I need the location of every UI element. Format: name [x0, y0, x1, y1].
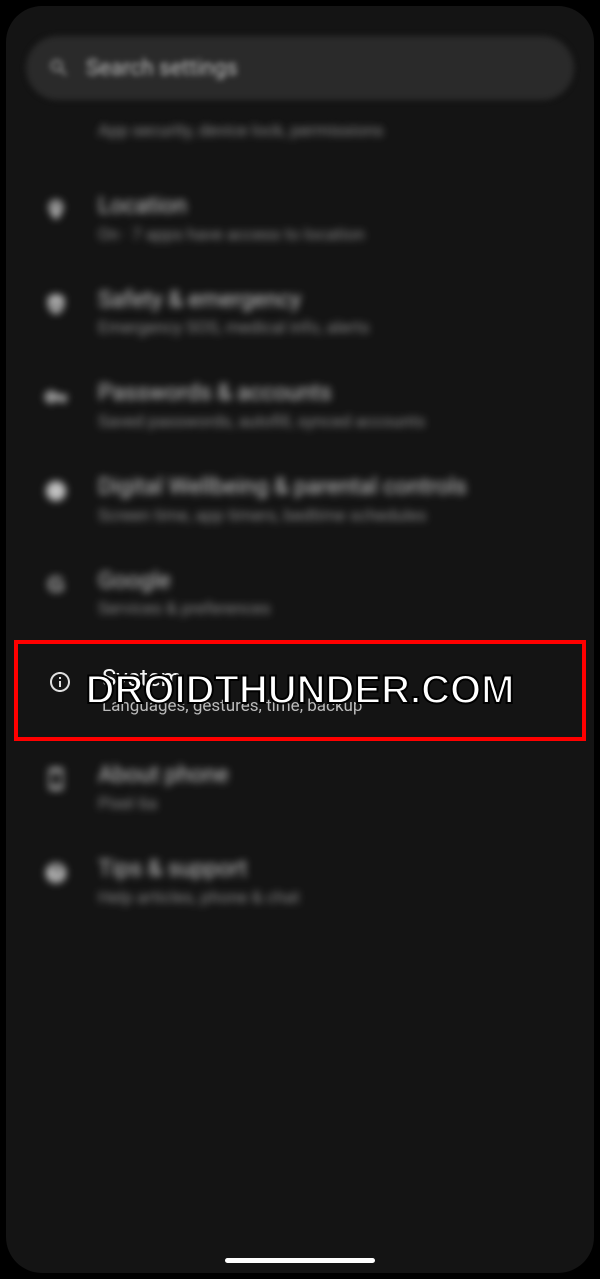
key-icon: [42, 383, 70, 411]
item-subtitle: Help articles, phone & chat: [98, 887, 564, 909]
search-bar[interactable]: Search settings: [26, 36, 574, 100]
settings-item-passwords[interactable]: Passwords & accounts Saved passwords, au…: [26, 359, 574, 453]
settings-item-safety[interactable]: Safety & emergency Emergency SOS, medica…: [26, 266, 574, 360]
settings-item-location[interactable]: Location On · 7 apps have access to loca…: [26, 172, 574, 266]
item-subtitle: On · 7 apps have access to location: [98, 224, 564, 246]
settings-item-tips[interactable]: Tips & support Help articles, phone & ch…: [26, 835, 574, 929]
item-subtitle: App security, device lock, permissions: [98, 120, 564, 142]
settings-content: Search settings App security, device loc…: [6, 6, 594, 949]
item-title: Passwords & accounts: [98, 379, 564, 407]
item-subtitle: Saved passwords, autofill, synced accoun…: [98, 411, 564, 433]
item-title: Google: [98, 567, 564, 595]
search-placeholder: Search settings: [86, 56, 238, 81]
settings-item-google[interactable]: G Google Services & preferences: [26, 547, 574, 641]
phone-frame: Search settings App security, device loc…: [6, 6, 594, 1273]
item-title: Safety & emergency: [98, 286, 564, 314]
item-subtitle: Pixel 6a: [98, 793, 564, 815]
item-title: Location: [98, 192, 564, 220]
location-icon: [42, 196, 70, 224]
google-icon: G: [42, 571, 70, 599]
item-title: About phone: [98, 761, 564, 789]
item-subtitle: Screen time, app timers, bedtime schedul…: [98, 505, 564, 527]
medical-icon: [42, 290, 70, 318]
item-subtitle: Emergency SOS, medical info, alerts: [98, 317, 564, 339]
item-title: Digital Wellbeing & parental controls: [98, 473, 564, 501]
search-icon: [48, 57, 70, 79]
item-subtitle: Languages, gestures, time, backup: [102, 695, 560, 717]
item-subtitle: Services & preferences: [98, 598, 564, 620]
settings-item-about[interactable]: About phone Pixel 6a: [26, 741, 574, 835]
help-icon: [42, 859, 70, 887]
wellbeing-icon: [42, 477, 70, 505]
item-title: System: [102, 664, 560, 693]
phone-icon: [42, 765, 70, 793]
navigation-handle[interactable]: [225, 1258, 375, 1263]
settings-item-system[interactable]: System Languages, gestures, time, backup: [14, 640, 586, 741]
item-title: Tips & support: [98, 855, 564, 883]
settings-item-wellbeing[interactable]: Digital Wellbeing & parental controls Sc…: [26, 453, 574, 547]
settings-item-partial[interactable]: App security, device lock, permissions: [26, 120, 574, 172]
info-icon: [46, 668, 74, 696]
